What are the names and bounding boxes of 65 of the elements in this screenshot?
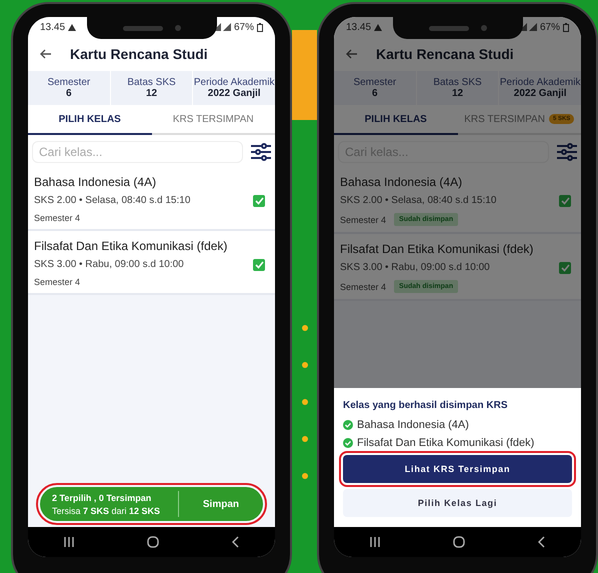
battery-icon	[563, 22, 569, 32]
recent-apps-icon	[64, 537, 74, 547]
recent-apps-icon	[370, 537, 380, 547]
class-card[interactable]: Bahasa Indonesia (4A) SKS 2.00 • Selasa, 08:40 s.d 15:10 Semester 4	[28, 167, 275, 231]
class-semester: Semester 4	[340, 214, 386, 224]
back-nav-icon	[538, 536, 545, 548]
class-schedule: SKS 2.00 • Selasa, 08:40 s.d 15:10	[34, 195, 192, 207]
battery-percent: 67%	[234, 22, 254, 32]
checkbox[interactable]	[559, 195, 571, 207]
class-semester: Semester 4	[34, 213, 80, 223]
summary-label: Semester	[47, 77, 90, 88]
remaining-credits: Tersisa 7 SKS dari 12 SKS	[52, 506, 162, 516]
select-more-button[interactable]: Pilih Kelas Lagi	[343, 489, 572, 517]
summary-value: 6	[66, 88, 72, 99]
summary-label: Semester	[353, 77, 396, 88]
class-semester: Semester 4	[34, 277, 80, 287]
check-circle-icon	[343, 420, 353, 430]
battery-icon	[257, 22, 263, 32]
summary-value: 6	[372, 88, 378, 99]
home-icon	[146, 536, 159, 548]
class-name: Filsafat Dan Etika Komunikasi (fdek)	[340, 242, 534, 256]
warning-icon	[68, 24, 76, 30]
check-circle-icon	[343, 438, 353, 448]
summary-value: 12	[452, 88, 464, 99]
class-semester: Semester 4	[340, 282, 386, 292]
checkbox[interactable]	[253, 259, 265, 271]
back-icon[interactable]	[346, 49, 358, 59]
back-nav-icon	[232, 536, 239, 548]
checkbox[interactable]	[559, 262, 571, 274]
view-saved-button[interactable]: Lihat KRS Tersimpan	[343, 455, 572, 483]
back-icon[interactable]	[40, 49, 52, 59]
dot-decoration	[302, 362, 308, 368]
summary-value: 2022 Ganjil	[514, 88, 567, 99]
filter-icon[interactable]	[251, 143, 271, 161]
summary-label: Batas SKS	[127, 77, 176, 88]
class-schedule: SKS 3.00 • Rabu, 09:00 s.d 10:00	[34, 259, 185, 271]
summary-label: Periode Akademik	[194, 77, 274, 88]
class-name: Bahasa Indonesia (4A)	[34, 175, 158, 189]
status-time: 13.45	[40, 22, 66, 32]
home-icon	[452, 536, 465, 548]
selection-count: 2 Terpilih , 0 Tersimpan	[52, 492, 152, 502]
class-name: Filsafat Dan Etika Komunikasi (fdek)	[34, 239, 228, 253]
summary-value: 12	[146, 88, 158, 99]
battery-percent: 67%	[540, 22, 560, 32]
saved-class-name: Bahasa Indonesia (4A)	[357, 419, 469, 431]
page-title: Kartu Rencana Studi	[70, 46, 208, 62]
search-field[interactable]: Cari kelas...	[32, 141, 243, 163]
saved-class-name: Filsafat Dan Etika Komunikasi (fdek)	[357, 437, 534, 449]
summary-label: Periode Akademik	[500, 77, 580, 88]
save-button[interactable]: Simpan	[178, 491, 263, 517]
page-title: Kartu Rencana Studi	[376, 46, 514, 62]
summary-value: 2022 Ganjil	[208, 88, 261, 99]
class-schedule: SKS 3.00 • Rabu, 09:00 s.d 10:00	[340, 262, 491, 274]
class-schedule: SKS 2.00 • Selasa, 08:40 s.d 15:10	[340, 195, 498, 207]
dot-decoration	[302, 436, 308, 442]
summary-label: Batas SKS	[433, 77, 482, 88]
dot-decoration	[302, 325, 308, 331]
dot-decoration	[302, 473, 308, 479]
checkbox[interactable]	[253, 195, 265, 207]
sheet-title: Kelas yang berhasil disimpan KRS	[343, 400, 508, 411]
status-time: 13.45	[346, 22, 372, 32]
class-card[interactable]: Filsafat Dan Etika Komunikasi (fdek) SKS 3.00 • Rabu, 09:00 s.d 10:00 Semester 4	[28, 231, 275, 295]
class-name: Bahasa Indonesia (4A)	[340, 175, 464, 189]
dot-decoration	[302, 399, 308, 405]
warning-icon	[374, 24, 382, 30]
